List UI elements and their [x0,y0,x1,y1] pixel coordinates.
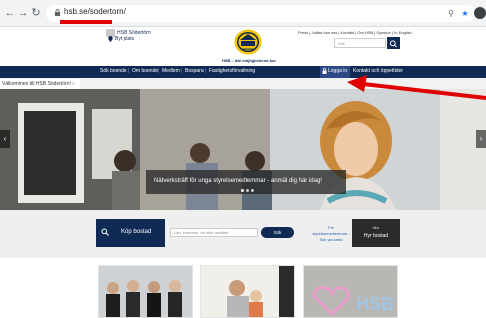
hero-prev-arrow[interactable]: ‹ [0,130,10,148]
carousel-dot[interactable] [246,189,249,192]
card-chalk-photo: HSB [304,266,397,317]
address-url[interactable]: hsb.se/sodertorn/ [64,7,126,16]
card-hsb-chalk[interactable]: HSB [303,265,398,318]
nav-bospara[interactable]: Bospara [185,68,204,74]
search-button[interactable]: Sök [261,227,294,238]
search-icon [101,228,109,236]
hsb-logo[interactable] [234,29,262,55]
site-search-button[interactable] [387,37,400,49]
login-lock-icon [322,68,327,74]
card-family-photo [201,266,294,317]
lock-icon [54,9,61,16]
hyr-bostad-small: eller [372,226,380,230]
styrelse-map-link[interactable]: För styrelsemedlemmar - Sök via karta [312,225,350,243]
nav-separator: | [205,68,207,74]
nav-medlem[interactable]: Medlem [162,68,180,74]
nav-om-boende[interactable]: Om boende [132,68,158,74]
nav-separator: | [158,68,160,74]
site-search-input[interactable]: Sök [334,38,386,48]
nav-fastighetsforvaltning[interactable]: Fastighetsförvaltning [209,68,255,74]
reload-icon[interactable]: ↻ [30,7,42,19]
profile-avatar[interactable] [474,7,486,19]
top-links[interactable]: Press | Jobba hos oss | Kontakt | Om HSB… [298,30,412,35]
hero-next-arrow[interactable]: › [476,130,486,148]
carousel-dot-active[interactable] [241,189,244,192]
location-pin-icon [108,36,113,42]
card-team[interactable] [98,265,193,318]
nav-separator: | [128,68,130,74]
breadcrumb-label: Välkommen till HSB Södertörn! [2,81,71,87]
change-location-link[interactable]: Byt plats [115,36,134,42]
nav-sok-boende[interactable]: Sök boende [100,68,127,74]
hsb-tagline: HSB – där möjligheterna bor [222,58,277,63]
annotation-arrow [347,75,486,100]
housing-search-input[interactable]: Län, kommun, ort eller område [170,228,258,237]
card-team-photo [99,266,192,317]
forward-arrow-icon[interactable]: → [17,7,29,19]
nav-separator: | [181,68,183,74]
kop-bostad-label[interactable]: Köp bostad [121,229,151,235]
hero-caption[interactable]: Nätverksträff för unga styrelsemedlemmar… [154,178,322,184]
back-arrow-icon[interactable]: ← [4,7,16,19]
card-family[interactable] [200,265,295,318]
annotation-underline [60,20,112,24]
bookmark-star-icon[interactable]: ★ [460,9,470,19]
chevron-right-icon: › [72,81,74,87]
welcome-breadcrumb[interactable]: Välkommen till HSB Södertörn! › [0,79,80,89]
zoom-icon[interactable]: ⚲ [446,9,456,19]
hyr-bostad-label[interactable]: Hyr bostad [352,233,400,239]
search-icon [389,40,397,48]
chalk-hsb-text: HSB [356,294,394,314]
carousel-dot[interactable] [251,189,254,192]
